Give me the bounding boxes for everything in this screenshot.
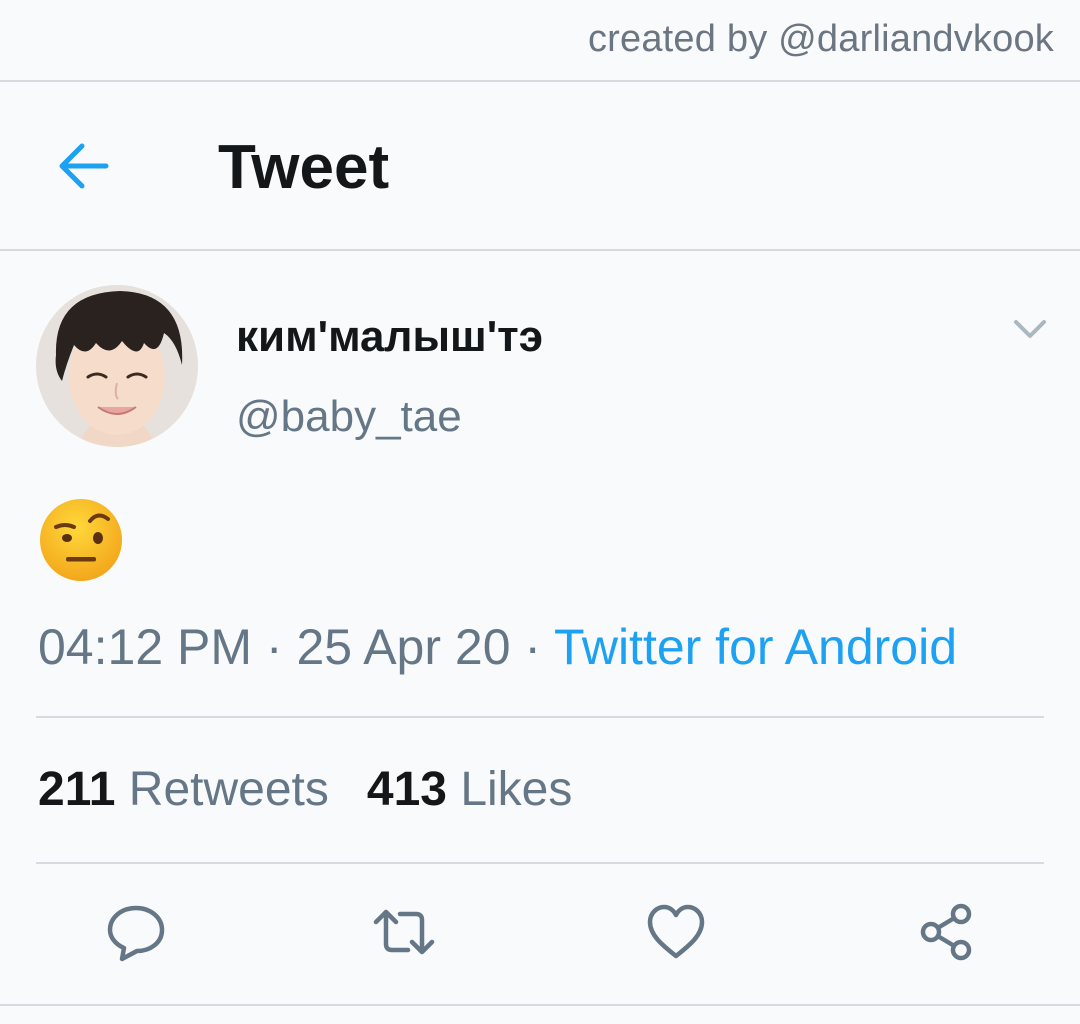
back-arrow-icon (59, 143, 109, 189)
tweet-time: 04:12 PM (38, 619, 253, 675)
like-button[interactable] (644, 900, 708, 964)
retweets-label: Retweets (128, 763, 329, 816)
share-icon (920, 903, 972, 961)
retweet-button[interactable] (372, 900, 436, 964)
retweets-count: 211 (38, 763, 116, 816)
separator-dot: · (510, 619, 555, 675)
likes-label: Likes (460, 763, 573, 816)
tweet-stats: 211 Retweets 413 Likes (38, 762, 572, 817)
retweet-icon (373, 909, 435, 955)
user-handle[interactable]: @baby_tae (236, 392, 462, 442)
avatar[interactable] (36, 285, 198, 447)
meta-divider (36, 716, 1044, 718)
header-divider (0, 249, 1080, 251)
bottom-divider (0, 1004, 1080, 1006)
tweet-date: 25 Apr 20 (296, 619, 511, 675)
chevron-down-icon (1014, 320, 1046, 338)
tweet-metadata: 04:12 PM · 25 Apr 20 · Twitter for Andro… (38, 618, 957, 676)
tweet-options-button[interactable] (1008, 312, 1052, 346)
share-button[interactable] (914, 900, 978, 964)
top-divider (0, 80, 1080, 82)
likes-stat[interactable]: 413 Likes (367, 763, 573, 816)
like-icon (647, 904, 705, 959)
face-with-raised-eyebrow-emoji (38, 497, 124, 583)
separator-dot: · (252, 619, 297, 675)
tweet-source-link[interactable]: Twitter for Android (554, 619, 957, 675)
back-button[interactable] (56, 140, 112, 192)
avatar-photo (36, 285, 198, 447)
display-name[interactable]: ким'малыш'тэ (236, 312, 543, 362)
reply-icon (107, 905, 165, 962)
stats-divider (36, 862, 1044, 864)
retweets-stat[interactable]: 211 Retweets (38, 763, 329, 816)
likes-count: 413 (366, 763, 447, 816)
watermark-credit: created by @darliandvkook (587, 18, 1054, 60)
page-title: Tweet (218, 133, 390, 202)
reply-button[interactable] (104, 900, 168, 964)
